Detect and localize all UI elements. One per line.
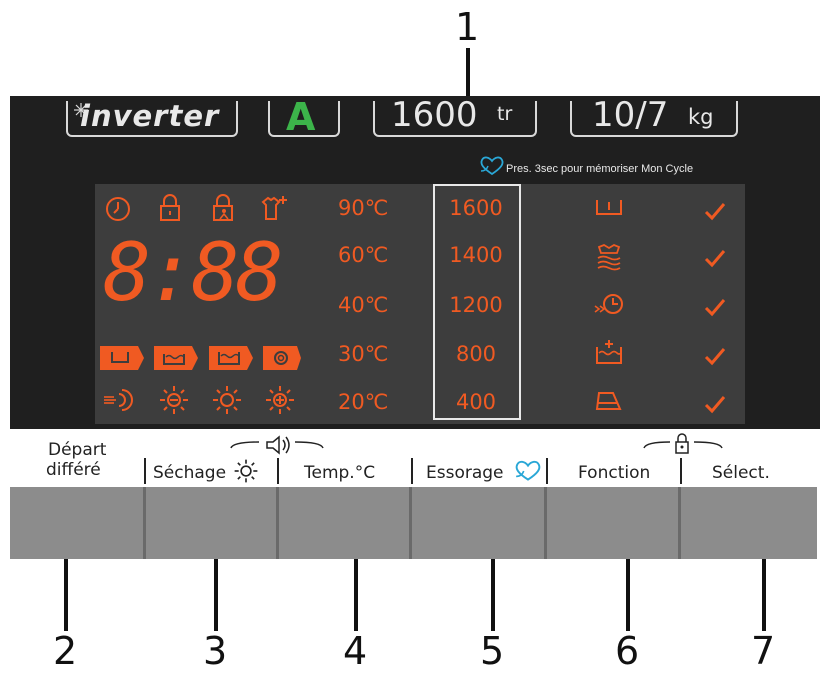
inverter-badge: inverter: [66, 99, 238, 137]
child-lock-icon: [213, 194, 233, 221]
spin-option-1600: 1600: [449, 196, 503, 220]
time-digits: 8:88: [103, 226, 284, 319]
capacity-unit: kg: [688, 105, 714, 129]
check-icon: [704, 203, 726, 221]
wash-icon: [154, 346, 198, 370]
callout-3: 3: [203, 629, 228, 673]
check-icon: [704, 299, 726, 317]
spin-button[interactable]: [412, 487, 547, 559]
speed-badge: 1600 tr: [373, 95, 537, 137]
label-separator: [411, 458, 413, 484]
sound-icon: [230, 435, 324, 455]
function-label: Fonction: [578, 463, 651, 483]
callout-7: 7: [751, 629, 776, 673]
energy-class: A: [286, 95, 316, 139]
drying-sun-icon: [234, 459, 258, 483]
energy-class-badge: A: [268, 95, 340, 139]
child-lock-hint-icon: [643, 433, 723, 454]
spin-option-1200: 1200: [449, 293, 503, 317]
prewash-function-icon: [596, 200, 622, 215]
leader-line-5: [491, 559, 495, 631]
callout-2: 2: [53, 629, 78, 673]
prewash-icon: [100, 346, 144, 370]
lock-icon: [160, 194, 180, 221]
sun-plus-icon: [266, 386, 294, 414]
leader-line-4: [354, 559, 358, 631]
spin-icon: [263, 346, 301, 370]
delay-start-label: Départ différé: [46, 440, 106, 480]
shirt-plus-icon: [261, 196, 287, 220]
iron-icon: [595, 392, 622, 410]
temperature-label: Temp.°C: [304, 463, 376, 483]
leader-line-7: [762, 559, 766, 631]
label-separator: [546, 458, 548, 484]
label-separator: [144, 458, 146, 484]
temp-option-60: 60℃: [338, 243, 389, 267]
spin-label: Essorage: [426, 463, 504, 483]
select-label: Sélect.: [712, 463, 770, 483]
callout-5: 5: [480, 629, 505, 673]
delay-start-label-line2: différé: [46, 460, 101, 480]
check-icon: [704, 396, 726, 414]
leader-line-3: [214, 559, 218, 631]
leader-line-2: [64, 559, 68, 631]
temp-option-20: 20℃: [338, 390, 389, 414]
callout-1: 1: [455, 5, 480, 49]
callout-4: 4: [343, 629, 368, 673]
memory-hint: Pres. 3sec pour mémoriser Mon Cycle: [506, 163, 694, 175]
temp-option-40: 40℃: [338, 293, 389, 317]
spin-option-1400: 1400: [449, 243, 503, 267]
seven-segment-display: 8:88: [103, 226, 305, 328]
leader-line-6: [626, 559, 630, 631]
sun-icon: [213, 386, 241, 414]
easy-iron-icon: [597, 243, 621, 271]
delay-start-label-line1: Départ: [48, 440, 107, 460]
delay-start-button[interactable]: [10, 487, 146, 559]
select-button[interactable]: [681, 487, 817, 559]
label-separator: [277, 458, 279, 484]
drying-label: Séchage: [153, 463, 227, 483]
inverter-brand: inverter: [80, 99, 220, 133]
function-button[interactable]: [547, 487, 681, 559]
max-speed-value: 1600: [391, 95, 478, 135]
timer-icon: [106, 197, 130, 221]
heart-icon: [480, 156, 504, 176]
callout-6: 6: [615, 629, 640, 673]
spin-option-800: 800: [455, 342, 497, 366]
temperature-button[interactable]: [279, 487, 412, 559]
sun-minus-icon: [160, 386, 188, 414]
temp-option-90: 90℃: [338, 196, 389, 220]
rinse-icon: [209, 346, 253, 370]
check-icon: [704, 348, 726, 366]
spin-heart-icon: [515, 460, 541, 481]
temp-option-30: 30℃: [338, 342, 389, 366]
label-separator: [680, 458, 682, 484]
air-dry-icon: [104, 389, 133, 411]
extra-rinse-icon: [596, 340, 622, 364]
quick-wash-icon: [594, 294, 623, 314]
capacity-value: 10/7: [592, 95, 669, 135]
capacity-badge: 10/7 kg: [570, 95, 738, 137]
check-icon: [704, 250, 726, 268]
spin-option-400: 400: [455, 390, 497, 414]
drying-button[interactable]: [146, 487, 279, 559]
max-speed-unit: tr: [497, 103, 513, 125]
